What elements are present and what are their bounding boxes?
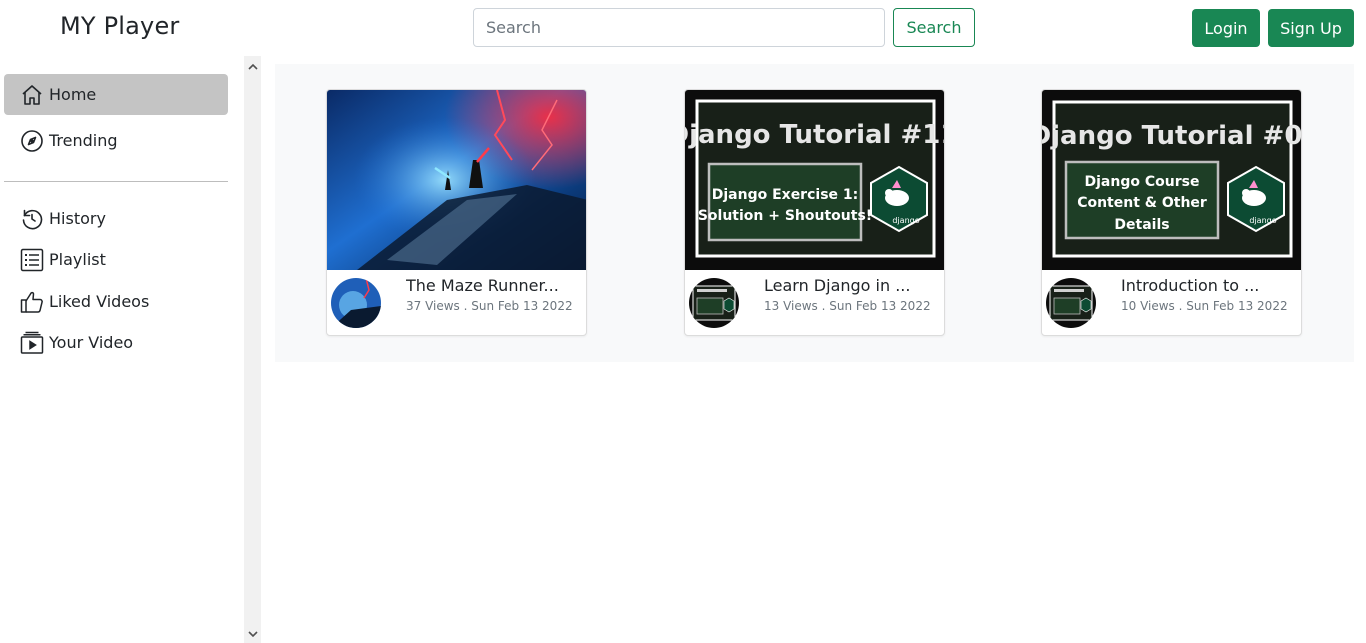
video-meta: 10 Views . Sun Feb 13 2022 xyxy=(1121,299,1288,313)
video-title[interactable]: The Maze Runner... xyxy=(406,276,581,295)
home-icon xyxy=(20,83,44,107)
thumb-box-line-1: Django Course xyxy=(1085,174,1200,190)
sidebar-item-trending[interactable]: Trending xyxy=(4,120,228,161)
video-thumbnail[interactable]: Django Tutorial #0 Django Course Content… xyxy=(1042,90,1302,270)
django-logo-text: django xyxy=(1249,216,1276,225)
thumbs-up-icon xyxy=(20,290,44,314)
channel-avatar[interactable] xyxy=(331,278,381,328)
video-title[interactable]: Learn Django in ... xyxy=(764,276,939,295)
search-button[interactable]: Search xyxy=(893,8,975,47)
thumb-box-line-3: Details xyxy=(1114,217,1169,233)
top-navbar: MY Player Search Login Sign Up xyxy=(0,0,1366,56)
sidebar-scrollbar[interactable] xyxy=(244,56,261,643)
sidebar-item-playlist[interactable]: Playlist xyxy=(4,239,228,280)
sidebar-item-label: Playlist xyxy=(49,250,106,269)
search-input[interactable] xyxy=(473,8,885,47)
scroll-down-icon[interactable] xyxy=(247,628,258,639)
sidebar-divider xyxy=(4,181,228,182)
video-card[interactable]: Django Tutorial #11 Django Exercise 1: S… xyxy=(684,89,945,336)
thumb-box-line-2: Solution + Shoutouts! xyxy=(698,208,872,224)
login-button[interactable]: Login xyxy=(1192,9,1260,47)
video-card[interactable]: Django Tutorial #0 Django Course Content… xyxy=(1041,89,1302,336)
signup-button[interactable]: Sign Up xyxy=(1268,9,1354,47)
thumb-box-line-1: Django Exercise 1: xyxy=(712,187,858,203)
playlist-icon xyxy=(20,248,44,272)
history-icon xyxy=(20,207,44,231)
sidebar-item-history[interactable]: History xyxy=(4,198,228,239)
compass-icon xyxy=(20,129,44,153)
thumb-box-line-2: Content & Other xyxy=(1077,195,1207,211)
video-icon xyxy=(20,331,44,355)
sidebar-item-your-video[interactable]: Your Video xyxy=(4,322,228,363)
sidebar-item-label: History xyxy=(49,209,106,228)
video-meta: 13 Views . Sun Feb 13 2022 xyxy=(764,299,931,313)
video-thumbnail[interactable]: Django Tutorial #11 Django Exercise 1: S… xyxy=(685,90,945,270)
video-title[interactable]: Introduction to ... xyxy=(1121,276,1296,295)
sidebar-item-label: Trending xyxy=(49,131,118,150)
sidebar-item-liked-videos[interactable]: Liked Videos xyxy=(4,281,228,322)
video-meta: 37 Views . Sun Feb 13 2022 xyxy=(406,299,573,313)
video-thumbnail[interactable] xyxy=(327,90,586,270)
sidebar-item-label: Liked Videos xyxy=(49,292,150,311)
sidebar-item-label: Home xyxy=(49,85,97,104)
brand-logo[interactable]: MY Player xyxy=(60,12,179,40)
video-card[interactable]: The Maze Runner... 37 Views . Sun Feb 13… xyxy=(326,89,587,336)
sidebar-item-label: Your Video xyxy=(49,333,134,352)
video-grid: The Maze Runner... 37 Views . Sun Feb 13… xyxy=(275,64,1354,362)
scroll-up-icon[interactable] xyxy=(247,61,258,72)
sidebar-item-home[interactable]: Home xyxy=(4,74,228,115)
thumb-heading: Django Tutorial #11 xyxy=(685,120,945,150)
thumb-heading: Django Tutorial #0 xyxy=(1042,121,1302,151)
channel-avatar[interactable] xyxy=(689,278,739,328)
channel-avatar[interactable] xyxy=(1046,278,1096,328)
sidebar: Home Trending History Playlist Liked Vid… xyxy=(0,56,244,643)
django-logo-text: django xyxy=(892,216,919,225)
